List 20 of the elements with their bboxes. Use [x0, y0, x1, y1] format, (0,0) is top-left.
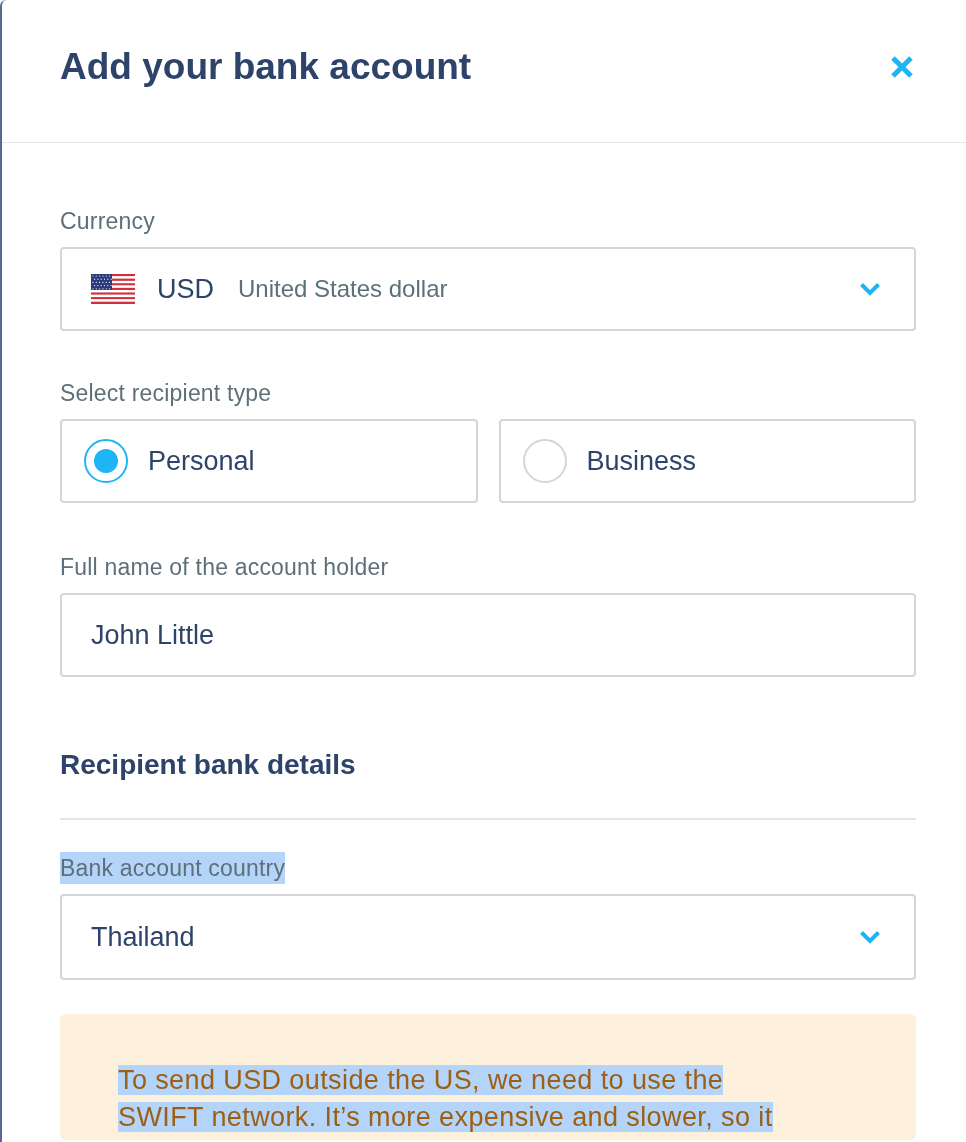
- chevron-down-icon: [859, 282, 881, 296]
- field-label: Full name of the account holder: [60, 553, 389, 582]
- notice-text: To send USD outside the US, we need to use the SWIFT network. It’s more expensive and slower, so it: [118, 1064, 774, 1134]
- currency-code: USD: [157, 273, 214, 305]
- section-heading: Recipient bank details: [60, 748, 356, 782]
- currency-name: United States dollar: [238, 275, 448, 303]
- country-value: Thailand: [91, 921, 195, 953]
- field-label: Select recipient type: [60, 379, 272, 408]
- country-select[interactable]: Thailand: [60, 894, 916, 980]
- name-input[interactable]: John Little: [60, 593, 916, 677]
- chevron-down-icon: [859, 930, 881, 944]
- field-label: Currency: [60, 207, 155, 236]
- field-label: Bank account country: [60, 852, 286, 884]
- radio-option[interactable]: Business: [498, 419, 916, 503]
- currency-select[interactable]: USD United States dollar: [60, 247, 916, 331]
- close-icon: [890, 55, 914, 79]
- radio-option[interactable]: Personal: [60, 419, 478, 503]
- us-flag-icon: [91, 274, 135, 304]
- modal-title: Add your bank account: [60, 45, 472, 89]
- close-button[interactable]: [890, 55, 914, 79]
